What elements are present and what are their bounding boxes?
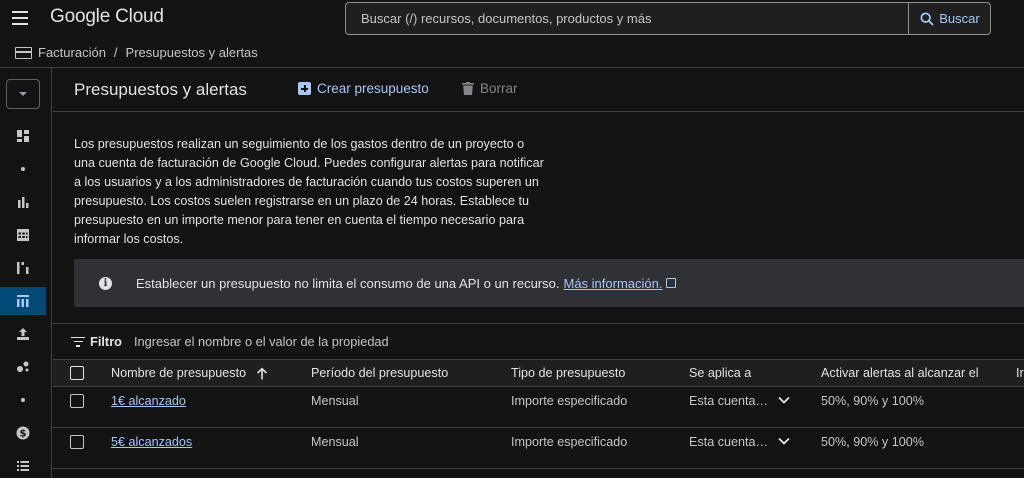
applies-to-text: Esta cuenta… xyxy=(689,435,769,449)
chevron-down-icon[interactable] xyxy=(778,435,790,447)
dashboard-icon[interactable] xyxy=(0,122,46,150)
filter-bar: Filtro xyxy=(53,323,1024,359)
select-all-checkbox[interactable] xyxy=(70,366,84,380)
info-banner: i Establecer un presupuesto no limita el… xyxy=(74,259,1024,307)
column-header-period[interactable]: Período del presupuesto xyxy=(311,360,501,386)
budget-period: Mensual xyxy=(311,394,359,408)
budget-name-link[interactable]: 1€ alcanzado xyxy=(111,394,186,408)
rail-dot[interactable] xyxy=(0,155,46,183)
billing-icon xyxy=(15,46,32,59)
bar-chart-icon[interactable] xyxy=(0,188,46,216)
info-text: Establecer un presupuesto no limita el c… xyxy=(136,275,560,291)
main-menu-icon[interactable] xyxy=(12,11,28,25)
column-header-type[interactable]: Tipo de presupuesto xyxy=(511,360,681,386)
filter-input[interactable] xyxy=(134,334,734,349)
learn-more-link[interactable]: Más información. xyxy=(563,276,662,291)
search-input[interactable] xyxy=(346,3,909,34)
upload-icon[interactable] xyxy=(0,320,46,348)
filter-label[interactable]: Filtro xyxy=(90,334,122,349)
search-icon xyxy=(920,11,934,26)
budgets-icon[interactable] xyxy=(0,287,46,315)
applies-to-text: Esta cuenta… xyxy=(689,394,769,408)
budget-period: Mensual xyxy=(311,435,359,449)
column-header-overflow[interactable]: Ir xyxy=(1016,360,1024,386)
info-icon: i xyxy=(99,276,112,290)
page-title: Presupuestos y alertas xyxy=(74,80,247,99)
table-header-row: Nombre de presupuesto Período del presup… xyxy=(53,359,1024,387)
description-text: Los presupuestos realizan un seguimiento… xyxy=(74,137,544,246)
row-checkbox[interactable] xyxy=(70,394,84,408)
create-budget-button[interactable]: Crear presupuesto xyxy=(298,81,429,96)
row-checkbox[interactable] xyxy=(70,435,84,449)
breadcrumb-billing[interactable]: Facturación xyxy=(38,45,106,60)
sort-ascending-icon[interactable] xyxy=(256,367,268,380)
budget-type: Importe especificado xyxy=(511,394,628,408)
table-row[interactable]: 5€ alcanzados Mensual Importe especifica… xyxy=(53,428,1024,469)
left-nav-rail: $ xyxy=(0,68,52,478)
delete-button[interactable]: Borrar xyxy=(462,81,518,96)
add-box-icon xyxy=(298,82,311,95)
external-link-icon xyxy=(666,278,677,288)
column-header-name[interactable]: Nombre de presupuesto xyxy=(111,360,301,386)
svg-text:$: $ xyxy=(20,429,27,440)
rail-dot[interactable] xyxy=(0,386,46,414)
applies-to-cell: Esta cuenta… xyxy=(689,387,814,427)
pricing-icon[interactable] xyxy=(0,353,46,381)
filter-icon[interactable] xyxy=(71,336,85,347)
create-budget-label: Crear presupuesto xyxy=(317,81,429,96)
delete-label: Borrar xyxy=(480,81,518,96)
budgets-table: Nombre de presupuesto Período del presup… xyxy=(53,359,1024,469)
top-bar: Google Cloud Buscar xyxy=(0,0,1024,38)
table-icon[interactable] xyxy=(0,221,46,249)
dollar-icon[interactable]: $ xyxy=(0,419,46,447)
column-header-applies[interactable]: Se aplica a xyxy=(689,360,814,386)
budget-name-link[interactable]: 5€ alcanzados xyxy=(111,435,192,449)
cost-breakdown-icon[interactable] xyxy=(0,254,46,282)
column-header-name-label: Nombre de presupuesto xyxy=(111,366,247,380)
column-header-alerts[interactable]: Activar alertas al alcanzar el xyxy=(821,360,1011,386)
main-content: Presupuestos y alertas Crear presupuesto… xyxy=(53,68,1024,478)
breadcrumb: Facturación / Presupuestos y alertas xyxy=(0,38,1024,68)
account-dropdown[interactable] xyxy=(6,79,40,109)
breadcrumb-separator: / xyxy=(113,45,118,60)
chevron-down-icon[interactable] xyxy=(778,394,790,406)
breadcrumb-budgets[interactable]: Presupuestos y alertas xyxy=(126,45,258,60)
alert-thresholds: 50%, 90% y 100% xyxy=(821,394,924,408)
search-button-label: Buscar xyxy=(939,11,980,26)
google-cloud-logo[interactable]: Google Cloud xyxy=(50,6,164,28)
applies-to-cell: Esta cuenta… xyxy=(689,428,814,468)
page-header: Presupuestos y alertas Crear presupuesto… xyxy=(53,68,1024,112)
list-icon[interactable] xyxy=(0,452,46,478)
alert-thresholds: 50%, 90% y 100% xyxy=(821,435,924,449)
trash-icon xyxy=(462,82,474,95)
search-button[interactable]: Buscar xyxy=(908,2,991,35)
search-box[interactable] xyxy=(345,2,909,35)
table-row[interactable]: 1€ alcanzado Mensual Importe especificad… xyxy=(53,387,1024,428)
budget-type: Importe especificado xyxy=(511,435,628,449)
